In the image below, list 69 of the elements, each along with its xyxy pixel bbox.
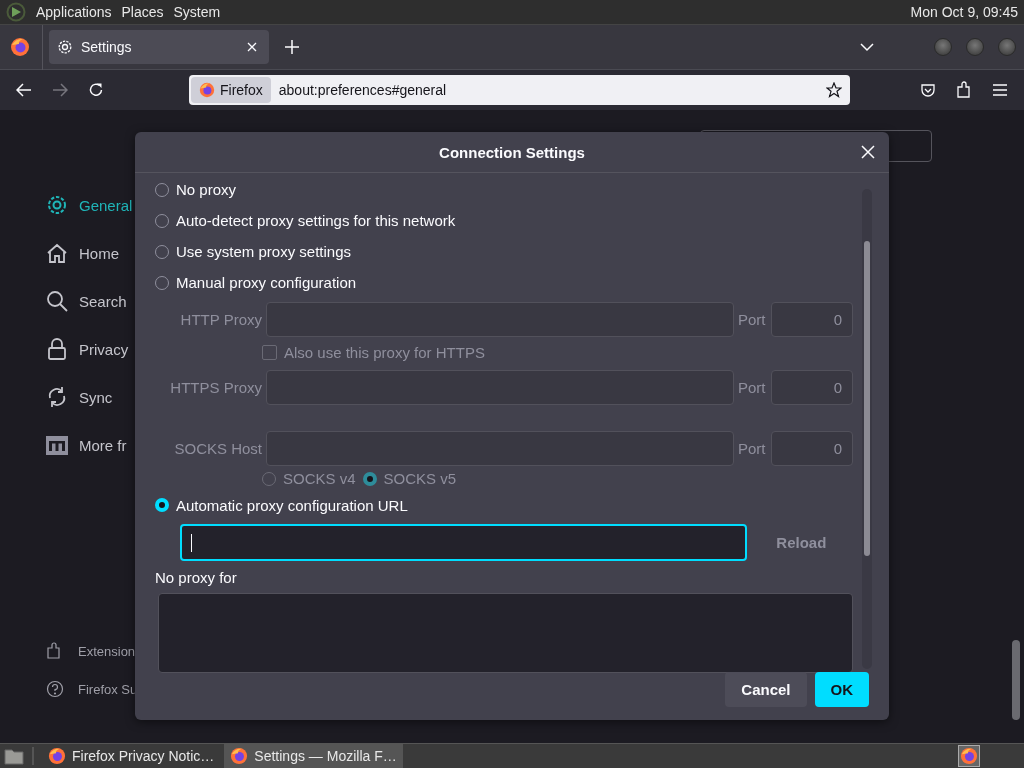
taskbar-item[interactable]: Firefox Privacy Notic… — [42, 744, 221, 768]
category-item[interactable]: Privacy — [46, 325, 176, 373]
logo-icon — [46, 434, 68, 456]
house-icon — [46, 242, 68, 264]
port-label: Port — [738, 378, 767, 396]
address-bar[interactable]: Firefox about:preferences#general — [189, 75, 850, 105]
window-button[interactable] — [998, 38, 1016, 56]
reload-icon[interactable] — [88, 82, 104, 98]
firefox-icon — [230, 747, 249, 765]
firefox-icon — [48, 747, 66, 765]
cancel-button[interactable]: Cancel — [725, 672, 807, 707]
category-item[interactable]: Search — [46, 277, 176, 325]
dialog-title: Connection Settings — [439, 143, 585, 161]
category-item[interactable]: Home — [46, 229, 176, 277]
option-label: SOCKS v5 — [383, 470, 457, 488]
ok-button[interactable]: OK — [814, 672, 869, 707]
chevron-down-icon[interactable] — [860, 42, 874, 52]
settings-icon — [57, 39, 73, 55]
close-icon[interactable] — [861, 145, 875, 159]
category-item[interactable]: General — [46, 181, 176, 229]
identity-box[interactable]: Firefox — [191, 77, 271, 103]
folder-icon[interactable] — [4, 747, 24, 765]
search-icon — [46, 290, 68, 312]
option-label: Use system proxy settings — [176, 243, 352, 260]
taskbar-item[interactable]: Settings — Mozilla F… — [224, 744, 403, 768]
puzzle-icon[interactable] — [956, 81, 972, 99]
firefox-icon — [960, 747, 978, 765]
help-icon — [46, 680, 64, 698]
scroll-bar[interactable] — [862, 189, 872, 669]
port-label: Port — [738, 311, 767, 328]
window-button[interactable] — [934, 38, 952, 56]
url-text: about:preferences#general — [278, 82, 447, 98]
url-field[interactable] — [180, 524, 747, 561]
pocket-icon[interactable] — [920, 82, 936, 98]
tray-button[interactable] — [958, 745, 980, 767]
menu-item[interactable]: System — [173, 4, 221, 20]
text-area[interactable] — [158, 593, 853, 673]
proxy-label: SOCKS Host — [173, 439, 262, 457]
port-label: Port — [738, 439, 767, 457]
option-label: Auto-detect proxy settings for this network — [176, 212, 456, 229]
option-label: Manual proxy configuration — [176, 274, 357, 291]
field-label: No proxy for — [155, 567, 238, 588]
radio-button[interactable] — [155, 498, 169, 512]
firefox-icon[interactable] — [10, 37, 30, 57]
forward-icon[interactable] — [52, 83, 68, 97]
menu-item[interactable]: Applications — [36, 4, 112, 20]
option-label: SOCKS v4 — [283, 470, 356, 488]
proxy-label: HTTPS Proxy — [169, 378, 262, 396]
window-button[interactable] — [966, 38, 984, 56]
identity-label: Firefox — [220, 82, 263, 98]
option-label: Automatic proxy configuration URL — [176, 496, 408, 514]
menu-icon[interactable] — [992, 83, 1008, 97]
option-label: No proxy — [176, 181, 237, 198]
clock[interactable]: Mon Oct 9, 09:45 — [910, 4, 1018, 20]
browser-tab[interactable]: Settings — [49, 30, 269, 64]
proxy-label: HTTP Proxy — [179, 311, 262, 328]
star-icon[interactable] — [826, 82, 842, 98]
checkbox-label: Also use this proxy for HTTPS — [284, 343, 485, 361]
back-icon[interactable] — [16, 83, 32, 97]
firefox-icon — [199, 82, 215, 98]
lock-icon — [46, 338, 68, 360]
settings-icon — [46, 194, 68, 216]
close-icon[interactable] — [247, 42, 257, 52]
category-item[interactable]: More fr — [46, 421, 176, 469]
menu-item[interactable]: Places — [121, 4, 164, 20]
sync-icon — [46, 386, 68, 408]
new-tab-icon[interactable] — [285, 40, 299, 54]
footer-link[interactable]: Extension — [46, 632, 176, 670]
distro-logo-icon[interactable] — [6, 2, 26, 22]
